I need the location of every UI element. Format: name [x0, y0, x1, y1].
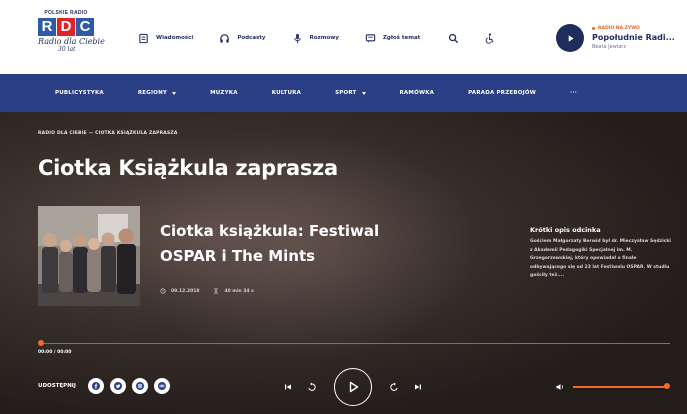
nav-parada-przebojow[interactable]: PARADA PRZEBOJÓW: [468, 90, 536, 96]
topnav-label: Rozmowy: [309, 35, 339, 41]
forward-icon: [390, 382, 398, 391]
twitter-icon: [113, 382, 122, 390]
episode-thumbnail: [38, 206, 140, 306]
accessibility-icon: [485, 33, 493, 44]
logo-letter-r: R: [38, 18, 56, 36]
next-button[interactable]: [411, 380, 425, 394]
facebook-icon: [91, 382, 100, 390]
live-title: Popołudnie Radi...: [592, 33, 675, 42]
nav-publicystyka[interactable]: PUBLICYSTYKA: [55, 90, 104, 96]
topnav-zglos-temat[interactable]: Zgłoś temat: [365, 33, 420, 44]
instagram-icon: [135, 382, 144, 390]
volume-icon[interactable]: [555, 382, 565, 392]
microphone-icon: [293, 33, 301, 43]
share-label: UDOSTĘPNIJ: [38, 383, 76, 389]
live-dot-icon: [592, 27, 595, 30]
logo-years: 30 lat: [58, 46, 76, 53]
player-controls: [276, 368, 430, 406]
episode-description: Krótki opis odcinka Gościem Małgorzaty B…: [530, 226, 672, 281]
play-icon: [349, 381, 359, 393]
document-icon: [139, 33, 148, 43]
logo-letters: R D C: [38, 18, 110, 36]
more-icon: ···: [570, 90, 577, 96]
chat-icon: [365, 33, 376, 43]
volume-slider[interactable]: [573, 386, 667, 388]
share-link-button[interactable]: [153, 378, 170, 394]
playback-time: 00:00 / 00:00: [38, 350, 72, 355]
share-instagram-button[interactable]: [131, 378, 148, 394]
hourglass-icon: [214, 288, 219, 294]
page-title: Ciotka Książkula zaprasza: [38, 156, 338, 180]
live-play-button[interactable]: [556, 24, 584, 52]
live-player[interactable]: RADIO NA ŻYWO Popołudnie Radi... Beata J…: [556, 24, 675, 52]
search-button[interactable]: [446, 31, 460, 45]
nav-sport[interactable]: SPORT: [335, 90, 366, 96]
topnav-rozmowy[interactable]: Rozmowy: [292, 33, 339, 44]
live-label: RADIO NA ŻYWO: [592, 26, 675, 31]
nav-ramowka[interactable]: RAMÓWKA: [400, 90, 435, 96]
nav-label: PUBLICYSTYKA: [55, 90, 104, 96]
episode-duration: 40 min 34 s: [213, 288, 254, 294]
topnav-label: Wiadomości: [156, 35, 194, 41]
nav-label: KULTURA: [271, 90, 302, 96]
episode-meta: 09.12.2018 40 min 34 s: [160, 288, 268, 294]
share-twitter-button[interactable]: [109, 378, 126, 394]
forward-button[interactable]: [387, 380, 401, 394]
play-icon: [568, 34, 574, 42]
live-label-text: RADIO NA ŻYWO: [598, 26, 640, 31]
episode-duration-text: 40 min 34 s: [224, 288, 254, 294]
nav-label: REGIONY: [137, 90, 168, 96]
live-host: Beata Jewiarz: [592, 44, 626, 50]
top-header: POLSKIE RADIO R D C Radio dla Ciebie 30 …: [0, 0, 687, 74]
nav-more[interactable]: ···: [570, 90, 577, 96]
headphones-icon: [220, 33, 230, 43]
episode-date: 09.12.2018: [160, 288, 199, 294]
volume-handle[interactable]: [664, 383, 670, 389]
episode-date-text: 09.12.2018: [171, 288, 200, 294]
episode-title: Ciotka książkula: Festiwal OSPAR i The M…: [160, 222, 380, 265]
logo-letter-c: C: [76, 18, 94, 36]
description-body: Gościem Małgorzaty Berwid był dr. Mieczy…: [530, 239, 671, 279]
topnav-podcasty[interactable]: Podcasty: [219, 33, 266, 44]
rewind-button[interactable]: [305, 380, 319, 394]
play-button[interactable]: [334, 368, 372, 406]
link-icon: [157, 382, 166, 390]
chevron-down-icon: [361, 91, 366, 95]
logo-letter-d: D: [57, 18, 75, 36]
nav-label: RAMÓWKA: [399, 90, 435, 96]
topnav-label: Podcasty: [237, 35, 266, 41]
skip-next-icon: [415, 384, 421, 390]
main-nav: PUBLICYSTYKA REGIONY MUZYKA KULTURA SPOR…: [0, 74, 687, 112]
nav-regiony[interactable]: REGIONY: [137, 90, 177, 96]
rdc-logo[interactable]: POLSKIE RADIO R D C Radio dla Ciebie 30 …: [38, 10, 110, 68]
logo-top-text: POLSKIE RADIO: [44, 10, 88, 16]
breadcrumb[interactable]: RADIO DLA CIEBIE — CIOTKA KSIĄŻKULA ZAPR…: [38, 131, 178, 136]
episode-hero: RADIO DLA CIEBIE — CIOTKA KSIĄŻKULA ZAPR…: [0, 112, 687, 414]
skip-previous-icon: [285, 384, 291, 390]
share-facebook-button[interactable]: [87, 378, 104, 394]
share-bar: UDOSTĘPNIJ: [38, 378, 176, 394]
progress-handle[interactable]: [38, 340, 44, 346]
topnav-wiadomosci[interactable]: Wiadomości: [138, 33, 193, 44]
nav-label: PARADA PRZEBOJÓW: [468, 90, 537, 96]
chevron-down-icon: [172, 91, 177, 95]
live-info: RADIO NA ŻYWO Popołudnie Radi... Beata J…: [592, 26, 675, 50]
clock-icon: [160, 288, 166, 294]
description-heading: Krótki opis odcinka: [530, 226, 601, 234]
accessibility-button[interactable]: [482, 31, 496, 45]
group-photo-icon: [38, 206, 140, 306]
nav-kultura[interactable]: KULTURA: [272, 90, 301, 96]
rewind-icon: [308, 382, 316, 391]
logo-script: Radio dla Ciebie: [38, 37, 105, 46]
topnav-label: Zgłoś temat: [382, 35, 421, 41]
nav-label: MUZYKA: [210, 90, 238, 96]
previous-button[interactable]: [281, 380, 295, 394]
top-nav: Wiadomości Podcasty Rozmowy Zgłoś temat: [138, 30, 518, 46]
search-icon: [448, 33, 458, 43]
nav-label: SPORT: [335, 90, 357, 96]
progress-bar[interactable]: [40, 343, 670, 344]
nav-muzyka[interactable]: MUZYKA: [210, 90, 238, 96]
